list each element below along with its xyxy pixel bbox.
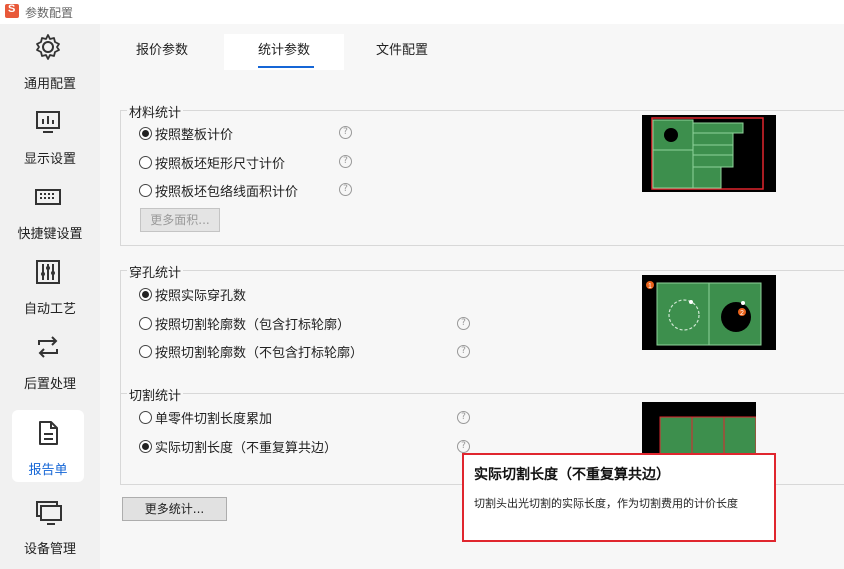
window-title: 参数配置 [25,6,74,20]
option-label: 按照整板计价 [155,128,234,143]
radio-indicator [139,156,152,169]
piercing-group: 穿孔统计 按照实际穿孔数 按照切割轮廓数（包含打标轮廓） ? 按照切割轮廓数（不… [120,262,844,394]
sidebar-item-label: 后置处理 [23,377,76,392]
radio-indicator [139,317,152,330]
sidebar-item-label: 显示设置 [23,152,76,167]
sidebar-item-auto-process[interactable]: 自动工艺 [0,249,100,321]
option-label: 按照板坯矩形尺寸计价 [155,157,286,172]
loop-arrows-icon [38,336,58,358]
pierce-marker-1: 1 [648,283,652,290]
radio-indicator [139,411,152,424]
tab-stat-params[interactable]: 统计参数 [224,34,344,70]
group-title: 切割统计 [127,385,184,404]
radio-blank-envelope[interactable]: 按照板坯包络线面积计价 [139,181,299,200]
cutting-preview-image [642,402,756,454]
tab-bar: 报价参数 统计参数 文件配置 [100,34,844,70]
help-icon[interactable]: ? [339,183,352,196]
more-stats-button[interactable]: 更多统计... [122,497,227,521]
radio-actual-pierce[interactable]: 按照实际穿孔数 [139,285,247,304]
app-logo-icon [5,3,19,18]
option-label: 单零件切割长度累加 [155,412,273,427]
help-icon[interactable]: ? [339,126,352,139]
radio-indicator [139,345,152,358]
option-label: 按照实际穿孔数 [155,289,247,304]
sidebar-item-general[interactable]: 通用配置 [0,24,100,96]
option-label: 按照切割轮廓数（包含打标轮廓） [155,318,351,333]
gear-icon [36,34,60,60]
sidebar-item-shortcuts[interactable]: 快捷键设置 [0,174,100,246]
display-icon [36,111,60,133]
material-group: 材料统计 按照整板计价 ? 按照板坯矩形尺寸计价 ? 按照板坯包络线面积计价 ?… [120,102,844,246]
radio-indicator [139,440,152,453]
material-preview-image [642,115,776,192]
radio-contours-with-mark[interactable]: 按照切割轮廓数（包含打标轮廓） [139,314,351,333]
tab-active-underline [258,66,314,68]
tab-label: 文件配置 [375,43,428,58]
radio-actual-cut-length[interactable]: 实际切割长度（不重复算共边） [139,437,338,456]
radio-indicator [139,127,152,140]
radio-blank-rect[interactable]: 按照板坯矩形尺寸计价 [139,153,286,172]
keyboard-icon [35,189,61,205]
option-label: 按照切割轮廓数（不包含打标轮廓） [155,346,364,361]
tab-label: 报价参数 [135,43,188,58]
sidebar-item-label: 设备管理 [23,542,76,557]
tab-quote-params[interactable]: 报价参数 [100,34,224,70]
sidebar-item-post-process[interactable]: 后置处理 [0,324,100,396]
sidebar-item-label: 快捷键设置 [17,227,83,242]
document-icon [39,421,58,445]
radio-whole-sheet[interactable]: 按照整板计价 [139,124,234,143]
tooltip-title: 实际切割长度（不重复算共边） [474,467,670,483]
monitor-icon [36,501,62,525]
sidebar-item-display[interactable]: 显示设置 [0,99,100,171]
tab-file-config[interactable]: 文件配置 [344,34,460,70]
help-icon[interactable]: ? [457,345,470,358]
help-icon[interactable]: ? [457,317,470,330]
help-icon[interactable]: ? [457,440,470,453]
help-icon[interactable]: ? [457,411,470,424]
radio-sum-part-length[interactable]: 单零件切割长度累加 [139,408,273,427]
group-title: 穿孔统计 [127,262,184,281]
more-area-button[interactable]: 更多面积... [140,208,220,232]
sidebar-item-report[interactable]: 报告单 [12,410,84,482]
sidebar-item-label: 自动工艺 [23,302,76,317]
pierce-marker-2: 2 [740,310,744,317]
piercing-preview-image: 1 2 [642,275,776,350]
option-label: 实际切割长度（不重复算共边） [155,441,338,456]
help-tooltip: 实际切割长度（不重复算共边） 切割头出光切割的实际长度，作为切割费用的计价长度 [462,453,776,542]
tooltip-body: 切割头出光切割的实际长度，作为切割费用的计价长度 [474,497,738,510]
sidebar-item-device[interactable]: 设备管理 [0,489,100,561]
help-icon[interactable]: ? [339,155,352,168]
sidebar-item-label: 报告单 [28,463,68,478]
sidebar-item-label: 通用配置 [23,77,76,92]
sidebar: 通用配置 显示设置 快捷键设置 自动工艺 后置处理 报告单 设备管理 [0,24,100,569]
radio-indicator [139,184,152,197]
sliders-icon [36,260,60,284]
tab-label: 统计参数 [257,43,310,58]
radio-contours-without-mark[interactable]: 按照切割轮廓数（不包含打标轮廓） [139,342,364,361]
group-title: 材料统计 [127,102,184,121]
option-label: 按照板坯包络线面积计价 [155,185,299,200]
radio-indicator [139,288,152,301]
title-bar: 参数配置 [0,0,844,24]
